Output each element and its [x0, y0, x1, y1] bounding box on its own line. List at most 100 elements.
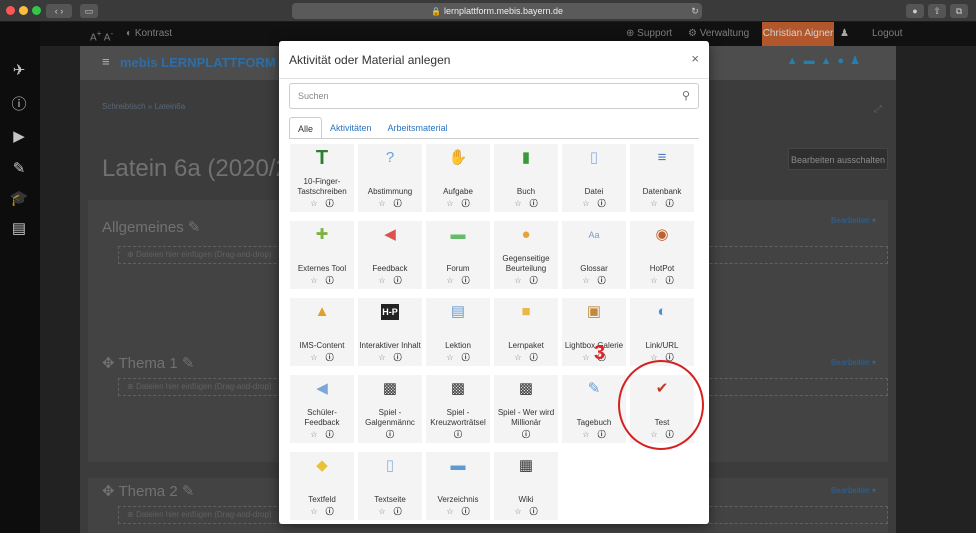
star-icon[interactable]: ☆ [310, 276, 317, 285]
info-icon[interactable]: ⓘ [522, 430, 530, 439]
activity-tile[interactable]: ▤ Lektion ☆ ⓘ [426, 298, 490, 366]
star-icon[interactable]: ☆ [310, 430, 317, 439]
star-icon[interactable]: ☆ [378, 507, 385, 516]
info-icon[interactable]: ⓘ [666, 199, 674, 208]
info-icon[interactable]: ⓘ [326, 276, 334, 285]
zoom-window-icon[interactable] [32, 6, 41, 15]
activity-tile[interactable]: ● Gegenseitige Beurteilung ☆ ⓘ [494, 221, 558, 289]
activity-actions: ☆ ⓘ [494, 352, 558, 363]
activity-tile[interactable]: ◀ Schüler-Feedback ☆ ⓘ [290, 375, 354, 443]
star-icon[interactable]: ☆ [378, 353, 385, 362]
star-icon[interactable]: ☆ [650, 199, 657, 208]
activity-tile[interactable]: ✚ Externes Tool ☆ ⓘ [290, 221, 354, 289]
info-icon[interactable]: ⓘ [462, 199, 470, 208]
info-icon[interactable]: ⓘ [326, 507, 334, 516]
tab-aktivitaeten[interactable]: Aktivitäten [322, 117, 380, 139]
activity-tile[interactable]: ◐ Link/URL ☆ ⓘ [630, 298, 694, 366]
star-icon[interactable]: ☆ [514, 353, 521, 362]
info-icon[interactable]: ⓘ [394, 507, 402, 516]
star-icon[interactable]: ☆ [446, 199, 453, 208]
info-icon[interactable]: ⓘ [454, 430, 462, 439]
search-input[interactable]: Suchen ⚲ [289, 83, 699, 109]
info-icon[interactable]: ⓘ [326, 430, 334, 439]
activity-tile[interactable]: Aa Glossar ☆ ⓘ [562, 221, 626, 289]
star-icon[interactable]: ☆ [514, 276, 521, 285]
activity-icon: ▩ [450, 380, 466, 397]
activity-tile[interactable]: ✋ Aufgabe ☆ ⓘ [426, 144, 490, 212]
star-icon[interactable]: ☆ [446, 507, 453, 516]
star-icon[interactable]: ☆ [378, 276, 385, 285]
info-icon[interactable]: ⓘ [394, 276, 402, 285]
address-bar[interactable]: 🔒 lernplattform.mebis.bayern.de [292, 3, 702, 19]
activity-icon: ◀ [316, 380, 328, 397]
info-icon[interactable]: ⓘ [462, 507, 470, 516]
search-icon[interactable]: ⚲ [682, 89, 690, 102]
activity-tile[interactable]: ? Abstimmung ☆ ⓘ [358, 144, 422, 212]
info-icon[interactable]: ⓘ [326, 199, 334, 208]
downloads-icon[interactable]: ● [906, 4, 924, 18]
activity-name: Abstimmung [367, 187, 413, 196]
activity-tile[interactable]: ▩ Spiel - Wer wird Millionär ⓘ [494, 375, 558, 443]
star-icon[interactable]: ☆ [310, 353, 317, 362]
sidebar-toggle-icon[interactable]: ▭ [80, 4, 98, 18]
activity-tile[interactable]: ▬ Forum ☆ ⓘ [426, 221, 490, 289]
info-icon[interactable]: ⓘ [530, 199, 538, 208]
activity-name: Lektion [445, 341, 471, 350]
activity-tile[interactable]: ▯ Datei ☆ ⓘ [562, 144, 626, 212]
activity-tile[interactable]: H-P Interaktiver Inhalt ☆ ⓘ [358, 298, 422, 366]
info-icon[interactable]: ⓘ [598, 430, 606, 439]
tab-arbeitsmaterial[interactable]: Arbeitsmaterial [380, 117, 456, 139]
activity-tile[interactable]: ▮ Buch ☆ ⓘ [494, 144, 558, 212]
tabs-icon[interactable]: ⧉ [950, 4, 968, 18]
reload-icon[interactable]: ↻ [690, 4, 700, 18]
minimize-window-icon[interactable] [19, 6, 28, 15]
info-icon[interactable]: ⓘ [326, 353, 334, 362]
activity-tile[interactable]: ▯ Textseite ☆ ⓘ [358, 452, 422, 520]
activity-tile[interactable]: ▲ IMS-Content ☆ ⓘ [290, 298, 354, 366]
star-icon[interactable]: ☆ [582, 353, 589, 362]
info-icon[interactable]: ⓘ [394, 353, 402, 362]
activity-tile[interactable]: ◉ HotPot ☆ ⓘ [630, 221, 694, 289]
close-window-icon[interactable] [6, 6, 15, 15]
activity-tile[interactable]: ▦ Wiki ☆ ⓘ [494, 452, 558, 520]
activity-tile[interactable]: ▩ Spiel - Galgenmännc ⓘ [358, 375, 422, 443]
activity-icon: ▤ [450, 303, 466, 320]
info-icon[interactable]: ⓘ [666, 276, 674, 285]
info-icon[interactable]: ⓘ [462, 353, 470, 362]
star-icon[interactable]: ☆ [514, 199, 521, 208]
activity-tile[interactable]: ■ Lernpaket ☆ ⓘ [494, 298, 558, 366]
share-icon[interactable]: ⇧ [928, 4, 946, 18]
tab-alle[interactable]: Alle [289, 117, 323, 139]
activity-tile[interactable]: ✎ Tagebuch ☆ ⓘ [562, 375, 626, 443]
info-icon[interactable]: ⓘ [530, 276, 538, 285]
info-icon[interactable]: ⓘ [386, 430, 394, 439]
info-icon[interactable]: ⓘ [598, 199, 606, 208]
activity-icon: ▩ [382, 380, 398, 397]
back-forward-buttons[interactable]: ‹ › [46, 4, 72, 18]
activity-tile[interactable]: ▩ Spiel - Kreuzworträtsel ⓘ [426, 375, 490, 443]
star-icon[interactable]: ☆ [310, 507, 317, 516]
info-icon[interactable]: ⓘ [530, 507, 538, 516]
star-icon[interactable]: ☆ [582, 276, 589, 285]
star-icon[interactable]: ☆ [446, 276, 453, 285]
activity-tile[interactable]: ≡ Datenbank ☆ ⓘ [630, 144, 694, 212]
star-icon[interactable]: ☆ [582, 199, 589, 208]
star-icon[interactable]: ☆ [582, 430, 589, 439]
activity-tile[interactable]: ◀ Feedback ☆ ⓘ [358, 221, 422, 289]
star-icon[interactable]: ☆ [446, 353, 453, 362]
activity-actions: ☆ ⓘ [358, 275, 422, 286]
activity-tile[interactable]: ▬ Verzeichnis ☆ ⓘ [426, 452, 490, 520]
activity-tile[interactable]: T 10-Finger-Tastschreiben ☆ ⓘ [290, 144, 354, 212]
close-icon[interactable]: × [691, 51, 699, 66]
activity-icon: ▮ [521, 149, 531, 166]
info-icon[interactable]: ⓘ [598, 276, 606, 285]
star-icon[interactable]: ☆ [378, 199, 385, 208]
info-icon[interactable]: ⓘ [462, 276, 470, 285]
tab-bar: Alle Aktivitäten Arbeitsmaterial [289, 117, 456, 139]
info-icon[interactable]: ⓘ [394, 199, 402, 208]
star-icon[interactable]: ☆ [514, 507, 521, 516]
activity-tile[interactable]: ◆ Textfeld ☆ ⓘ [290, 452, 354, 520]
star-icon[interactable]: ☆ [650, 276, 657, 285]
star-icon[interactable]: ☆ [310, 199, 317, 208]
info-icon[interactable]: ⓘ [530, 353, 538, 362]
